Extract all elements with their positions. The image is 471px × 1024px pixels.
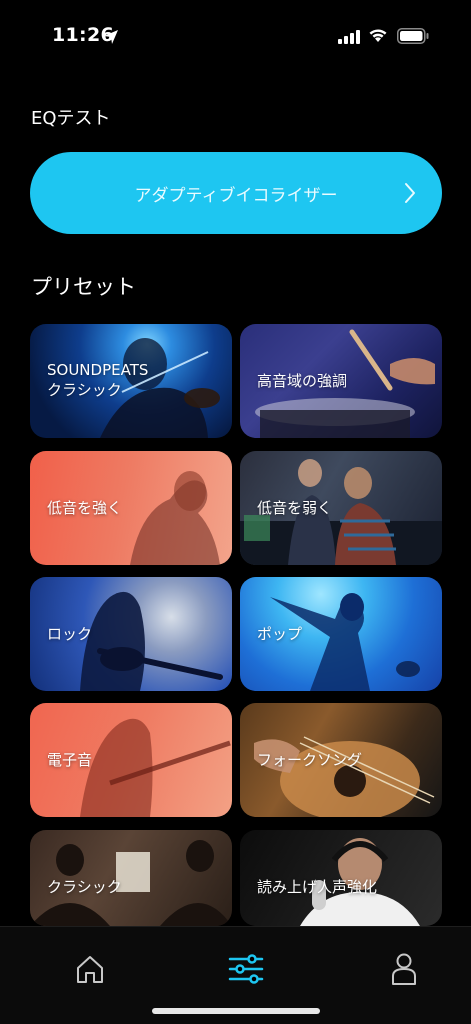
preset-card-bass-reduce[interactable]: 低音を弱く bbox=[240, 451, 442, 565]
preset-label: 読み上げ人声強化 bbox=[257, 878, 378, 896]
tab-profile[interactable] bbox=[384, 949, 424, 989]
preset-card-soundpeats-classic[interactable]: SOUNDPEATS クラシック bbox=[30, 324, 232, 438]
tab-equalizer[interactable] bbox=[226, 949, 266, 989]
battery-icon bbox=[397, 28, 429, 48]
adaptive-equalizer-label: アダプティブイコライザー bbox=[134, 185, 338, 206]
home-icon bbox=[77, 956, 103, 983]
eq-test-title: EQテスト bbox=[31, 108, 111, 129]
preset-label: ロック bbox=[47, 625, 93, 643]
location-arrow-icon bbox=[103, 29, 119, 49]
cellular-signal-icon bbox=[338, 29, 360, 48]
preset-label: ポップ bbox=[257, 625, 303, 643]
chevron-right-icon bbox=[404, 182, 416, 208]
preset-card-folk-song[interactable]: フォークソング bbox=[240, 703, 442, 817]
equalizer-sliders-icon bbox=[228, 954, 264, 984]
preset-label: フォークソング bbox=[257, 751, 363, 769]
preset-card-bass-boost[interactable]: 低音を強く bbox=[30, 451, 232, 565]
preset-card-pop[interactable]: ポップ bbox=[240, 577, 442, 691]
profile-icon bbox=[392, 953, 416, 985]
preset-card-rock[interactable]: ロック bbox=[30, 577, 232, 691]
tab-home[interactable] bbox=[70, 949, 110, 989]
preset-label: 低音を強く bbox=[47, 499, 123, 517]
preset-card-classic[interactable]: クラシック bbox=[30, 830, 232, 926]
wifi-icon bbox=[368, 27, 388, 47]
preset-label: 電子音 bbox=[47, 751, 93, 769]
preset-label: 低音を弱く bbox=[257, 499, 333, 517]
preset-label: 高音域の強調 bbox=[257, 372, 348, 390]
preset-card-electronic[interactable]: 電子音 bbox=[30, 703, 232, 817]
preset-card-voice-enhance[interactable]: 読み上げ人声強化 bbox=[240, 830, 442, 926]
adaptive-equalizer-button[interactable]: アダプティブイコライザー bbox=[30, 152, 442, 234]
preset-label: SOUNDPEATS クラシック bbox=[47, 361, 149, 399]
preset-card-treble-boost[interactable]: 高音域の強調 bbox=[240, 324, 442, 438]
presets-title: プリセット bbox=[31, 275, 136, 299]
home-indicator bbox=[152, 1008, 320, 1014]
status-bar: 11:26 bbox=[0, 0, 471, 60]
preset-label: クラシック bbox=[47, 878, 122, 896]
